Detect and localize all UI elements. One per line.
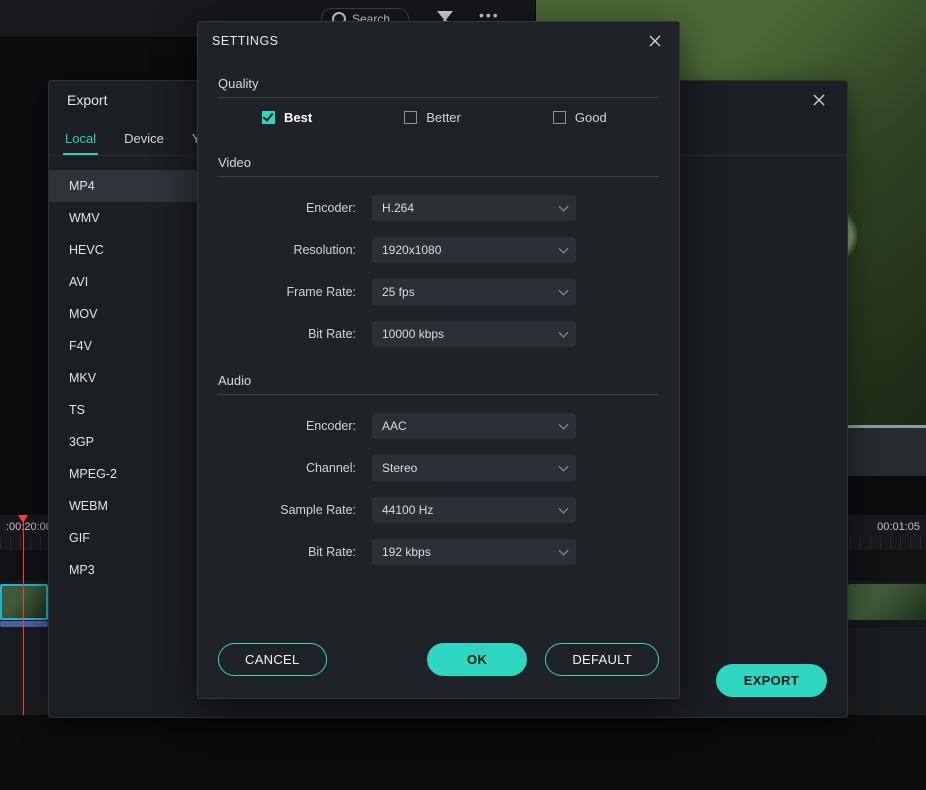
audio-encoder-select[interactable]: AAC [372, 413, 576, 439]
audio-samplerate-select[interactable]: 44100 Hz [372, 497, 576, 523]
format-gif[interactable]: GIF [49, 522, 197, 554]
settings-footer: CANCEL OK DEFAULT [198, 625, 679, 698]
audio-channel-row: Channel: Stereo [218, 455, 659, 481]
video-encoder-select[interactable]: H.264 [372, 195, 576, 221]
audio-encoder-label: Encoder: [218, 419, 356, 433]
video-resolution-select[interactable]: 1920x1080 [372, 237, 576, 263]
export-button[interactable]: EXPORT [716, 664, 827, 697]
select-value: 10000 kbps [382, 327, 444, 341]
tab-local[interactable]: Local [63, 131, 98, 155]
close-icon[interactable] [645, 31, 665, 51]
format-mp3[interactable]: MP3 [49, 554, 197, 586]
tab-device[interactable]: Device [122, 131, 166, 155]
select-value: AAC [382, 419, 407, 433]
chevron-down-icon [559, 546, 569, 556]
format-f4v[interactable]: F4V [49, 330, 197, 362]
quality-good[interactable]: Good [553, 110, 607, 125]
ok-button[interactable]: OK [427, 643, 527, 676]
chevron-down-icon [559, 286, 569, 296]
settings-header: SETTINGS [198, 22, 679, 60]
video-bitrate-row: Bit Rate: 10000 kbps [218, 321, 659, 347]
audio-bitrate-row: Bit Rate: 192 kbps [218, 539, 659, 565]
checkbox-icon [262, 111, 275, 124]
audio-bitrate-select[interactable]: 192 kbps [372, 539, 576, 565]
quality-section-title: Quality [218, 66, 659, 98]
audio-channel-label: Channel: [218, 461, 356, 475]
chevron-down-icon [559, 328, 569, 338]
format-mpeg2[interactable]: MPEG-2 [49, 458, 197, 490]
audio-bitrate-label: Bit Rate: [218, 545, 356, 559]
chevron-down-icon [559, 420, 569, 430]
select-value: 1920x1080 [382, 243, 441, 257]
video-resolution-label: Resolution: [218, 243, 356, 257]
quality-best[interactable]: Best [262, 110, 312, 125]
format-3gp[interactable]: 3GP [49, 426, 197, 458]
chevron-down-icon [559, 504, 569, 514]
export-title: Export [67, 92, 107, 108]
select-value: Stereo [382, 461, 417, 475]
audio-samplerate-row: Sample Rate: 44100 Hz [218, 497, 659, 523]
audio-section-title: Audio [218, 363, 659, 395]
default-button[interactable]: DEFAULT [545, 643, 659, 676]
close-icon[interactable] [809, 90, 829, 110]
video-framerate-label: Frame Rate: [218, 285, 356, 299]
audio-samplerate-label: Sample Rate: [218, 503, 356, 517]
select-value: 25 fps [382, 285, 415, 299]
select-value: 44100 Hz [382, 503, 433, 517]
chevron-down-icon [559, 244, 569, 254]
quality-label: Better [426, 110, 461, 125]
settings-title: SETTINGS [212, 34, 279, 48]
chevron-down-icon [559, 202, 569, 212]
video-framerate-select[interactable]: 25 fps [372, 279, 576, 305]
audio-channel-select[interactable]: Stereo [372, 455, 576, 481]
playhead[interactable] [23, 515, 24, 715]
video-bitrate-label: Bit Rate: [218, 327, 356, 341]
select-value: 192 kbps [382, 545, 431, 559]
video-section-title: Video [218, 145, 659, 177]
time-right: 00:01:05 [877, 519, 920, 533]
video-encoder-row: Encoder: H.264 [218, 195, 659, 221]
checkbox-icon [404, 111, 417, 124]
quality-options: Best Better Good [218, 110, 659, 145]
video-resolution-row: Resolution: 1920x1080 [218, 237, 659, 263]
format-wmv[interactable]: WMV [49, 202, 197, 234]
video-bitrate-select[interactable]: 10000 kbps [372, 321, 576, 347]
chevron-down-icon [559, 462, 569, 472]
format-mkv[interactable]: MKV [49, 362, 197, 394]
clip-thumb[interactable] [0, 584, 48, 620]
format-webm[interactable]: WEBM [49, 490, 197, 522]
format-mp4[interactable]: MP4 [49, 170, 197, 202]
audio-encoder-row: Encoder: AAC [218, 413, 659, 439]
format-avi[interactable]: AVI [49, 266, 197, 298]
select-value: H.264 [382, 201, 414, 215]
format-list: MP4 WMV HEVC AVI MOV F4V MKV TS 3GP MPEG… [49, 156, 197, 676]
clip-thumb[interactable] [848, 584, 926, 620]
quality-better[interactable]: Better [404, 110, 461, 125]
time-left: :00:20:00 [6, 519, 52, 533]
cancel-button[interactable]: CANCEL [218, 643, 327, 676]
format-hevc[interactable]: HEVC [49, 234, 197, 266]
checkbox-icon [553, 111, 566, 124]
format-mov[interactable]: MOV [49, 298, 197, 330]
quality-label: Good [575, 110, 607, 125]
video-encoder-label: Encoder: [218, 201, 356, 215]
quality-label: Best [284, 110, 312, 125]
settings-modal: SETTINGS Quality Best Better Good Video … [197, 21, 680, 699]
video-framerate-row: Frame Rate: 25 fps [218, 279, 659, 305]
format-ts[interactable]: TS [49, 394, 197, 426]
